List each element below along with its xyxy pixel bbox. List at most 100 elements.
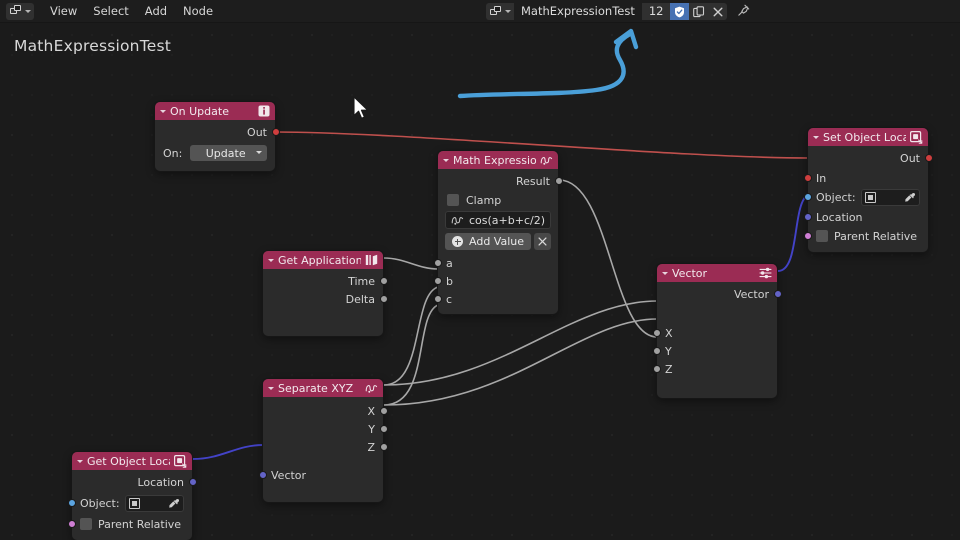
eyedropper-icon[interactable] bbox=[168, 498, 180, 510]
output-label: Vector bbox=[733, 287, 769, 301]
socket-y[interactable] bbox=[652, 347, 661, 355]
node-header[interactable]: Get Application ... bbox=[263, 251, 383, 269]
node-header[interactable]: Separate XYZ bbox=[263, 379, 383, 397]
menu-view[interactable]: View bbox=[42, 2, 85, 20]
object-field[interactable] bbox=[124, 495, 184, 512]
output-label: Delta bbox=[345, 292, 375, 306]
new-copy-icon[interactable] bbox=[689, 3, 709, 20]
output-label: Out bbox=[900, 151, 920, 165]
node-get-application-time[interactable]: Get Application ... Time Delta bbox=[263, 251, 388, 336]
node-set-object-location[interactable]: Set Object Locati. Out In Object: bbox=[803, 128, 933, 252]
editor-type-selector[interactable] bbox=[6, 2, 34, 20]
object-field[interactable] bbox=[860, 189, 920, 206]
node-tree-user-count[interactable]: 12 bbox=[641, 3, 671, 20]
node-header[interactable]: On Update bbox=[155, 102, 275, 120]
collapse-chevron-icon[interactable] bbox=[268, 259, 274, 262]
node-vector[interactable]: Vector Vector X Y Z bbox=[652, 264, 782, 398]
socket-object[interactable] bbox=[67, 499, 76, 507]
socket-location-out[interactable] bbox=[188, 478, 197, 486]
link-time-to-a bbox=[383, 257, 439, 270]
socket-object[interactable] bbox=[803, 193, 812, 201]
node-editor-canvas[interactable]: MathExpressionTest On Update Out On: Upd… bbox=[0, 23, 960, 540]
plus-circle-icon bbox=[452, 236, 463, 247]
input-vector: Vector bbox=[258, 466, 383, 484]
input-b: b bbox=[433, 272, 558, 290]
socket-parent-relative[interactable] bbox=[67, 520, 76, 528]
editor-header: View Select Add Node MathExpressionTest … bbox=[0, 0, 960, 23]
socket-x[interactable] bbox=[652, 329, 661, 337]
socket-x-out[interactable] bbox=[379, 407, 388, 415]
menu-bar: View Select Add Node bbox=[42, 2, 221, 20]
socket-time[interactable] bbox=[379, 277, 388, 285]
node-get-object-location[interactable]: Get Object Locat. Location Object: bbox=[67, 452, 197, 540]
pin-glyph bbox=[738, 4, 750, 16]
on-event-dropdown[interactable]: Update bbox=[190, 145, 267, 161]
output-label: Z bbox=[367, 440, 375, 454]
socket-out[interactable] bbox=[271, 128, 280, 136]
socket-y-out[interactable] bbox=[379, 425, 388, 433]
pin-icon[interactable] bbox=[737, 4, 750, 20]
node-math-expression[interactable]: Math Expression Result Clamp cos(a+b+c/2… bbox=[433, 151, 563, 314]
node-header[interactable]: Vector bbox=[657, 264, 777, 282]
socket-b[interactable] bbox=[433, 277, 442, 285]
add-value-button[interactable]: Add Value bbox=[445, 233, 531, 250]
menu-add[interactable]: Add bbox=[137, 2, 175, 20]
function-curve-icon bbox=[540, 157, 553, 165]
unlink-x-icon[interactable] bbox=[708, 3, 728, 20]
menu-select[interactable]: Select bbox=[85, 2, 136, 20]
node-title: On Update bbox=[170, 104, 229, 118]
socket-z[interactable] bbox=[652, 365, 661, 373]
socket-z-out[interactable] bbox=[379, 443, 388, 451]
node-title: Get Object Locat. bbox=[87, 454, 170, 468]
node-header[interactable]: Get Object Locat. bbox=[72, 452, 192, 470]
remove-value-button[interactable] bbox=[534, 233, 551, 250]
link-sepy-to-c bbox=[383, 304, 439, 406]
fake-user-shield-icon[interactable] bbox=[670, 3, 690, 20]
collapse-chevron-icon[interactable] bbox=[160, 110, 166, 113]
collapse-chevron-icon[interactable] bbox=[813, 136, 819, 139]
socket-delta[interactable] bbox=[379, 295, 388, 303]
node-on-update[interactable]: On Update Out On: Update bbox=[155, 102, 280, 171]
x-glyph bbox=[713, 7, 723, 16]
socket-c[interactable] bbox=[433, 295, 442, 303]
socket-a[interactable] bbox=[433, 259, 442, 267]
socket-out[interactable] bbox=[924, 154, 933, 162]
collapse-chevron-icon[interactable] bbox=[443, 159, 449, 162]
link-result-to-vecz bbox=[558, 179, 658, 338]
socket-vector-out[interactable] bbox=[773, 290, 782, 298]
clamp-label: Clamp bbox=[466, 193, 502, 207]
input-label: Vector bbox=[271, 468, 307, 482]
breadcrumb: MathExpressionTest bbox=[14, 37, 172, 55]
parent-relative-checkbox[interactable] bbox=[80, 518, 92, 530]
socket-location[interactable] bbox=[803, 213, 812, 221]
collapse-chevron-icon[interactable] bbox=[268, 387, 274, 390]
menu-node[interactable]: Node bbox=[175, 2, 221, 20]
node-tree-name-field[interactable]: MathExpressionTest bbox=[514, 3, 642, 20]
socket-in[interactable] bbox=[803, 174, 812, 182]
node-title: Vector bbox=[672, 266, 708, 280]
node-header[interactable]: Set Object Locati. bbox=[808, 128, 928, 146]
collapse-chevron-icon[interactable] bbox=[77, 460, 83, 463]
node-header[interactable]: Math Expression bbox=[438, 151, 558, 169]
browse-node-tree-button[interactable] bbox=[486, 3, 514, 20]
object-data-icon bbox=[910, 130, 923, 144]
function-curve-icon bbox=[365, 385, 378, 393]
output-x: X bbox=[263, 402, 388, 420]
input-label: a bbox=[446, 256, 453, 270]
chevron-down-icon bbox=[256, 151, 262, 154]
input-in: In bbox=[803, 169, 928, 187]
socket-parent-relative[interactable] bbox=[803, 232, 812, 240]
parent-relative-checkbox[interactable] bbox=[816, 230, 828, 242]
node-body: X Y Z Vector bbox=[258, 397, 388, 502]
expression-input[interactable]: cos(a+b+c/2) bbox=[445, 211, 551, 229]
socket-vector-in[interactable] bbox=[258, 471, 267, 479]
input-label: In bbox=[816, 171, 827, 185]
socket-result[interactable] bbox=[554, 177, 563, 185]
node-separate-xyz[interactable]: Separate XYZ X Y Z Vector bbox=[258, 379, 388, 502]
clamp-checkbox[interactable] bbox=[447, 194, 459, 206]
collapse-chevron-icon[interactable] bbox=[662, 272, 668, 275]
function-curve-icon bbox=[451, 217, 464, 225]
input-label: Parent Relative bbox=[98, 517, 182, 531]
input-y: Y bbox=[652, 342, 777, 360]
eyedropper-icon[interactable] bbox=[904, 192, 916, 204]
